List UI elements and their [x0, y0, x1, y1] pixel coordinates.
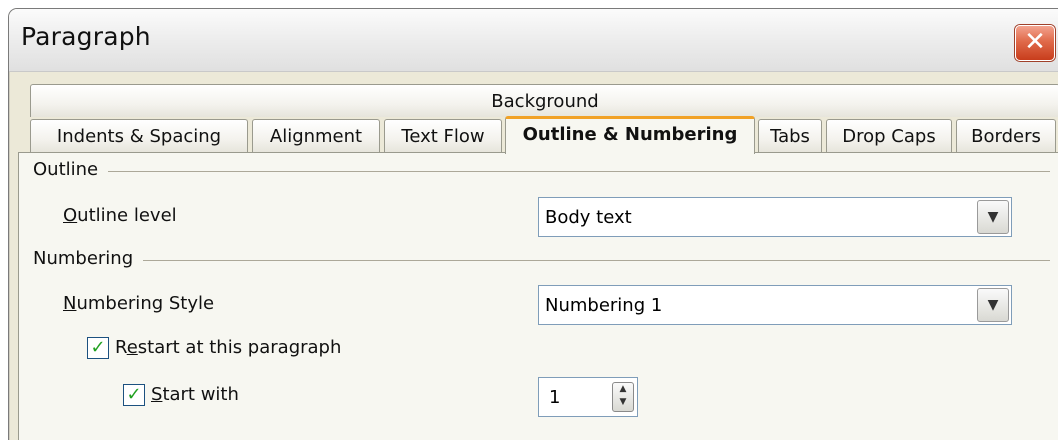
close-icon: ✕ — [1024, 27, 1046, 57]
outline-section-label: Outline — [33, 159, 109, 180]
tab-borders[interactable]: Borders — [956, 119, 1056, 152]
chevron-down-icon: ▼ — [987, 209, 999, 225]
tab-indents-spacing[interactable]: Indents & Spacing — [30, 119, 248, 152]
restart-checkbox[interactable]: ✓ — [87, 337, 109, 359]
numbering-style-label: Numbering Style — [63, 293, 215, 314]
close-button[interactable]: ✕ — [1015, 25, 1055, 61]
numbering-style-dropdown-button[interactable]: ▼ — [977, 288, 1009, 322]
spin-arrows-icon[interactable]: ▲ ▼ — [612, 382, 634, 412]
dialog-title: Paragraph — [21, 22, 151, 51]
checkmark-icon: ✓ — [90, 337, 106, 358]
tab-background[interactable]: Background — [30, 84, 1058, 117]
numbering-section-label: Numbering — [33, 248, 144, 269]
tab-drop-caps[interactable]: Drop Caps — [826, 119, 952, 152]
restart-label: Restart at this paragraph — [115, 337, 342, 358]
outline-level-label: Outline level — [63, 205, 177, 226]
chevron-down-icon: ▼ — [987, 297, 999, 313]
paragraph-dialog: Paragraph ✕ Background Indents & Spacing… — [8, 8, 1058, 440]
start-with-spinner[interactable]: 1 ▲ ▼ — [538, 377, 638, 417]
tab-text-flow[interactable]: Text Flow — [384, 119, 502, 152]
outline-separator — [33, 171, 1050, 172]
outline-level-select[interactable]: Body text ▼ — [538, 197, 1012, 237]
tab-tabs[interactable]: Tabs — [758, 119, 822, 152]
start-with-label: Start with — [151, 384, 239, 405]
numbering-style-value: Numbering 1 — [545, 295, 663, 316]
numbering-separator — [33, 260, 1050, 261]
dialog-body: Background Indents & Spacing Alignment T… — [9, 72, 1058, 440]
outline-numbering-panel: Outline Outline level Body text ▼ Number… — [18, 152, 1058, 440]
title-bar[interactable]: Paragraph ✕ — [9, 9, 1058, 72]
start-with-value: 1 — [549, 387, 561, 408]
checkmark-icon: ✓ — [126, 384, 142, 405]
outline-level-value: Body text — [545, 207, 632, 228]
start-with-checkbox[interactable]: ✓ — [123, 384, 145, 406]
outline-level-dropdown-button[interactable]: ▼ — [977, 200, 1009, 234]
tab-alignment[interactable]: Alignment — [252, 119, 380, 152]
tab-outline-numbering[interactable]: Outline & Numbering — [505, 116, 755, 154]
numbering-style-select[interactable]: Numbering 1 ▼ — [538, 285, 1012, 325]
